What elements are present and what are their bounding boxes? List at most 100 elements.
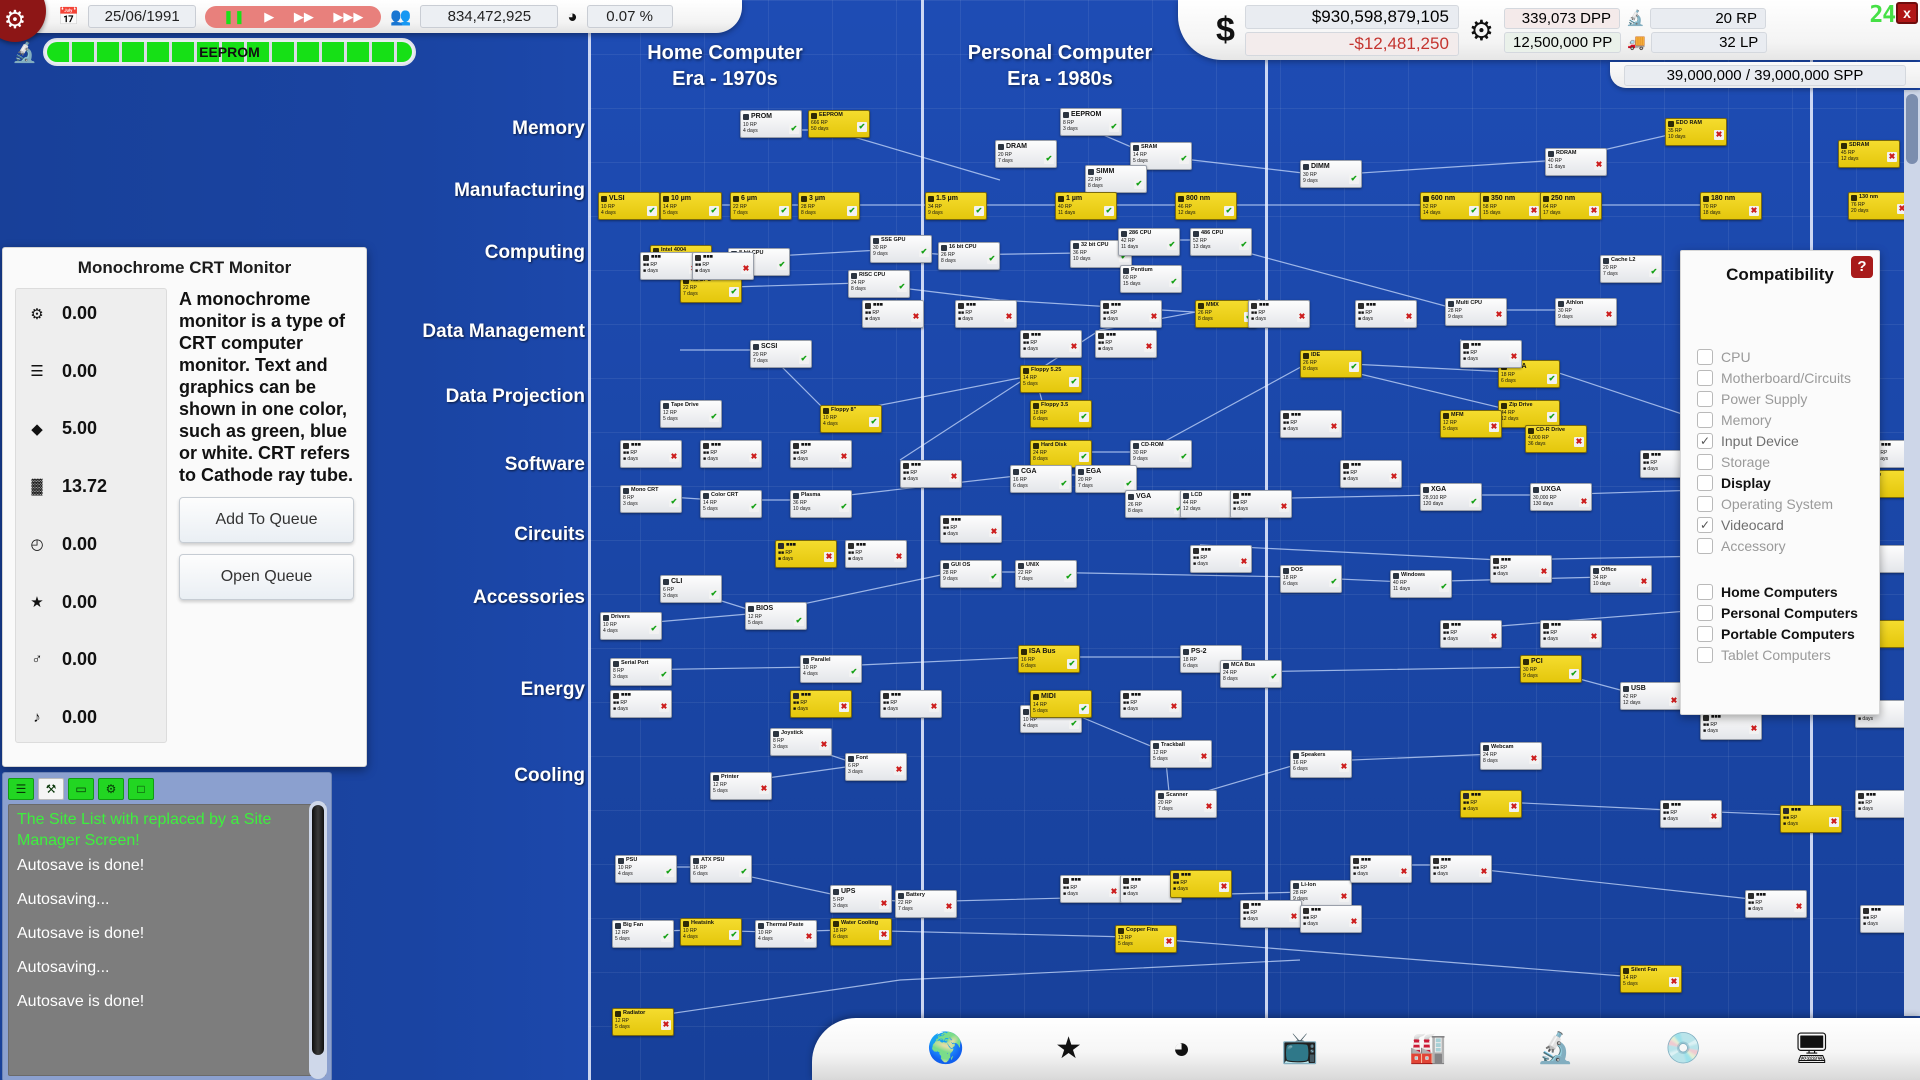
tech-node[interactable]: ■■■ ■■ RP■ days✖: [1300, 905, 1362, 933]
cross-icon[interactable]: ✖: [824, 552, 834, 562]
cross-icon[interactable]: ✖: [1339, 892, 1349, 902]
monitor-icon[interactable]: 🖥: [1793, 1033, 1831, 1065]
cross-icon[interactable]: ✖: [1529, 754, 1539, 764]
cross-icon[interactable]: ✖: [1004, 312, 1014, 322]
gears-icon[interactable]: ⚙: [1469, 14, 1494, 47]
tech-node[interactable]: USB 42 RP 12 days ✖: [1620, 682, 1682, 710]
cross-icon[interactable]: ✖: [1669, 977, 1679, 987]
tech-node[interactable]: ■■■ ■■ RP■ days✖: [845, 540, 907, 568]
tech-node[interactable]: 1 µm 40 RP 11 days ✔: [1055, 192, 1117, 220]
tech-node[interactable]: CD-ROM 30 RP 9 days ✔: [1130, 440, 1192, 468]
cross-icon[interactable]: ✖: [1714, 130, 1724, 140]
tech-node[interactable]: 800 nm 46 RP 12 days ✔: [1175, 192, 1237, 220]
tech-node[interactable]: Thermal Paste 10 RP 4 days ✖: [755, 920, 817, 948]
add-to-queue-button[interactable]: Add To Queue: [179, 497, 354, 543]
check-icon[interactable]: ✔: [1169, 277, 1179, 287]
microscope-icon[interactable]: 🔬: [1537, 1033, 1574, 1065]
monitor-icon[interactable]: ▭: [68, 778, 94, 800]
tech-node[interactable]: ■■■ ■■ RP■ days✖: [1700, 712, 1762, 740]
tech-node[interactable]: UPS 5 RP 3 days ✖: [830, 885, 892, 913]
cross-icon[interactable]: ✖: [1329, 422, 1339, 432]
tech-node[interactable]: ■■■ ■■ RP■ days✖: [1170, 870, 1232, 898]
tech-node[interactable]: ■■■ ■■ RP■ days✖: [1280, 410, 1342, 438]
tech-node[interactable]: 10 µm 14 RP 5 days ✔: [660, 192, 722, 220]
check-icon[interactable]: ✔: [1044, 154, 1054, 164]
tech-node[interactable]: UXGA 30,000 RP 130 days ✖: [1530, 483, 1592, 511]
ultra-forward-icon[interactable]: ▶▶▶: [333, 10, 363, 23]
tech-node[interactable]: ■■■ ■■ RP■ days✖: [1340, 460, 1402, 488]
check-icon[interactable]: ✔: [659, 670, 669, 680]
tech-node[interactable]: Floppy 5.25 14 RP 5 days ✔: [1020, 365, 1082, 393]
check-icon[interactable]: ✔: [777, 260, 787, 270]
tech-node[interactable]: BIOS 12 RP 5 days ✔: [745, 602, 807, 630]
cross-icon[interactable]: ✖: [1829, 817, 1839, 827]
cross-icon[interactable]: ✖: [1349, 917, 1359, 927]
check-icon[interactable]: ✔: [1329, 577, 1339, 587]
check-icon[interactable]: ✔: [919, 247, 929, 257]
tech-node[interactable]: 250 nm 64 RP 17 days ✖: [1540, 192, 1602, 220]
cross-icon[interactable]: ✖: [749, 452, 759, 462]
tech-node[interactable]: EGA 20 RP 7 days ✔: [1075, 465, 1137, 493]
cross-icon[interactable]: ✖: [741, 264, 751, 274]
check-icon[interactable]: ✔: [799, 354, 809, 364]
tech-node[interactable]: MIDI 14 RP 5 days ✔: [1030, 690, 1092, 718]
check-icon[interactable]: ✔: [1134, 179, 1144, 189]
tech-node[interactable]: SIMM 22 RP 8 days ✔: [1085, 165, 1147, 193]
tech-node[interactable]: VGA 26 RP 8 days ✔: [1125, 490, 1187, 518]
vertical-scroll-thumb[interactable]: [1906, 94, 1918, 164]
cross-icon[interactable]: ✖: [839, 702, 849, 712]
television-icon[interactable]: 📺: [1281, 1033, 1318, 1065]
compat-row-cpu[interactable]: CPU: [1697, 349, 1863, 365]
pause-icon[interactable]: ❚❚: [223, 10, 245, 23]
cross-icon[interactable]: ✖: [1169, 702, 1179, 712]
tech-node[interactable]: GUI OS 28 RP 9 days ✔: [940, 560, 1002, 588]
tech-node[interactable]: PSU 10 RP 4 days ✔: [615, 855, 677, 883]
tech-node[interactable]: 6 µm 22 RP 7 days ✔: [730, 192, 792, 220]
cross-icon[interactable]: ✖: [1604, 310, 1614, 320]
checkbox[interactable]: [1697, 605, 1713, 621]
factory-icon[interactable]: 🏭: [1409, 1033, 1446, 1065]
tech-node[interactable]: Mono CRT 8 RP 3 days ✔: [620, 485, 682, 513]
check-icon[interactable]: ✔: [1469, 206, 1479, 216]
cross-icon[interactable]: ✖: [1749, 206, 1759, 216]
tech-node[interactable]: ■■■ ■■ RP■ days✖: [1095, 330, 1157, 358]
check-icon[interactable]: ✔: [794, 616, 804, 626]
checkbox[interactable]: [1697, 626, 1713, 642]
tech-node[interactable]: XGA 28,910 RP 120 days ✔: [1420, 483, 1482, 511]
check-icon[interactable]: ✔: [1349, 174, 1359, 184]
cross-icon[interactable]: ✖: [1204, 802, 1214, 812]
play-icon[interactable]: ▶: [264, 10, 274, 23]
cross-icon[interactable]: ✖: [1297, 312, 1307, 322]
checkbox[interactable]: [1697, 412, 1713, 428]
cross-icon[interactable]: ✖: [1494, 310, 1504, 320]
check-icon[interactable]: ✔: [857, 122, 867, 132]
tech-node[interactable]: Windows 40 RP 11 days ✔: [1390, 570, 1452, 598]
cross-icon[interactable]: ✖: [1887, 152, 1897, 162]
tech-node[interactable]: ■■■ ■■ RP■ days✖: [1460, 340, 1522, 368]
tech-node[interactable]: Font 6 RP 3 days ✖: [845, 753, 907, 781]
tech-node[interactable]: EEPROM 666 RP 50 days ✔: [808, 110, 870, 138]
checkbox[interactable]: [1697, 647, 1713, 663]
tech-node[interactable]: 1.5 µm 34 RP 9 days ✔: [925, 192, 987, 220]
tech-node[interactable]: Serial Port 8 RP 3 days ✔: [610, 658, 672, 686]
tech-node[interactable]: SCSI 20 RP 7 days ✔: [750, 340, 812, 368]
compat-row-storage[interactable]: Storage: [1697, 454, 1863, 470]
tech-node[interactable]: Zip Drive 44 RP 12 days ✔: [1498, 400, 1560, 428]
tech-node[interactable]: ■■■ ■■ RP■ days✖: [1240, 900, 1302, 928]
cross-icon[interactable]: ✖: [1149, 312, 1159, 322]
cross-icon[interactable]: ✖: [1589, 206, 1599, 216]
cross-icon[interactable]: ✖: [1574, 437, 1584, 447]
check-icon[interactable]: ✔: [661, 932, 671, 942]
open-queue-button[interactable]: Open Queue: [179, 554, 354, 600]
cross-icon[interactable]: ✖: [839, 452, 849, 462]
cross-icon[interactable]: ✖: [1509, 802, 1519, 812]
tech-node[interactable]: RISC CPU 24 RP 8 days ✔: [848, 270, 910, 298]
cross-icon[interactable]: ✖: [949, 472, 959, 482]
cross-icon[interactable]: ✖: [944, 902, 954, 912]
check-icon[interactable]: ✔: [669, 497, 679, 507]
tech-node[interactable]: Pentium 60 RP 15 days ✔: [1120, 265, 1182, 293]
cross-icon[interactable]: ✖: [911, 312, 921, 322]
compat-row-personal-computers[interactable]: Personal Computers: [1697, 605, 1863, 621]
tech-node[interactable]: 180 nm 70 RP 18 days ✖: [1700, 192, 1762, 220]
tech-node[interactable]: ■■■ ■■ RP■ days✖: [620, 440, 682, 468]
